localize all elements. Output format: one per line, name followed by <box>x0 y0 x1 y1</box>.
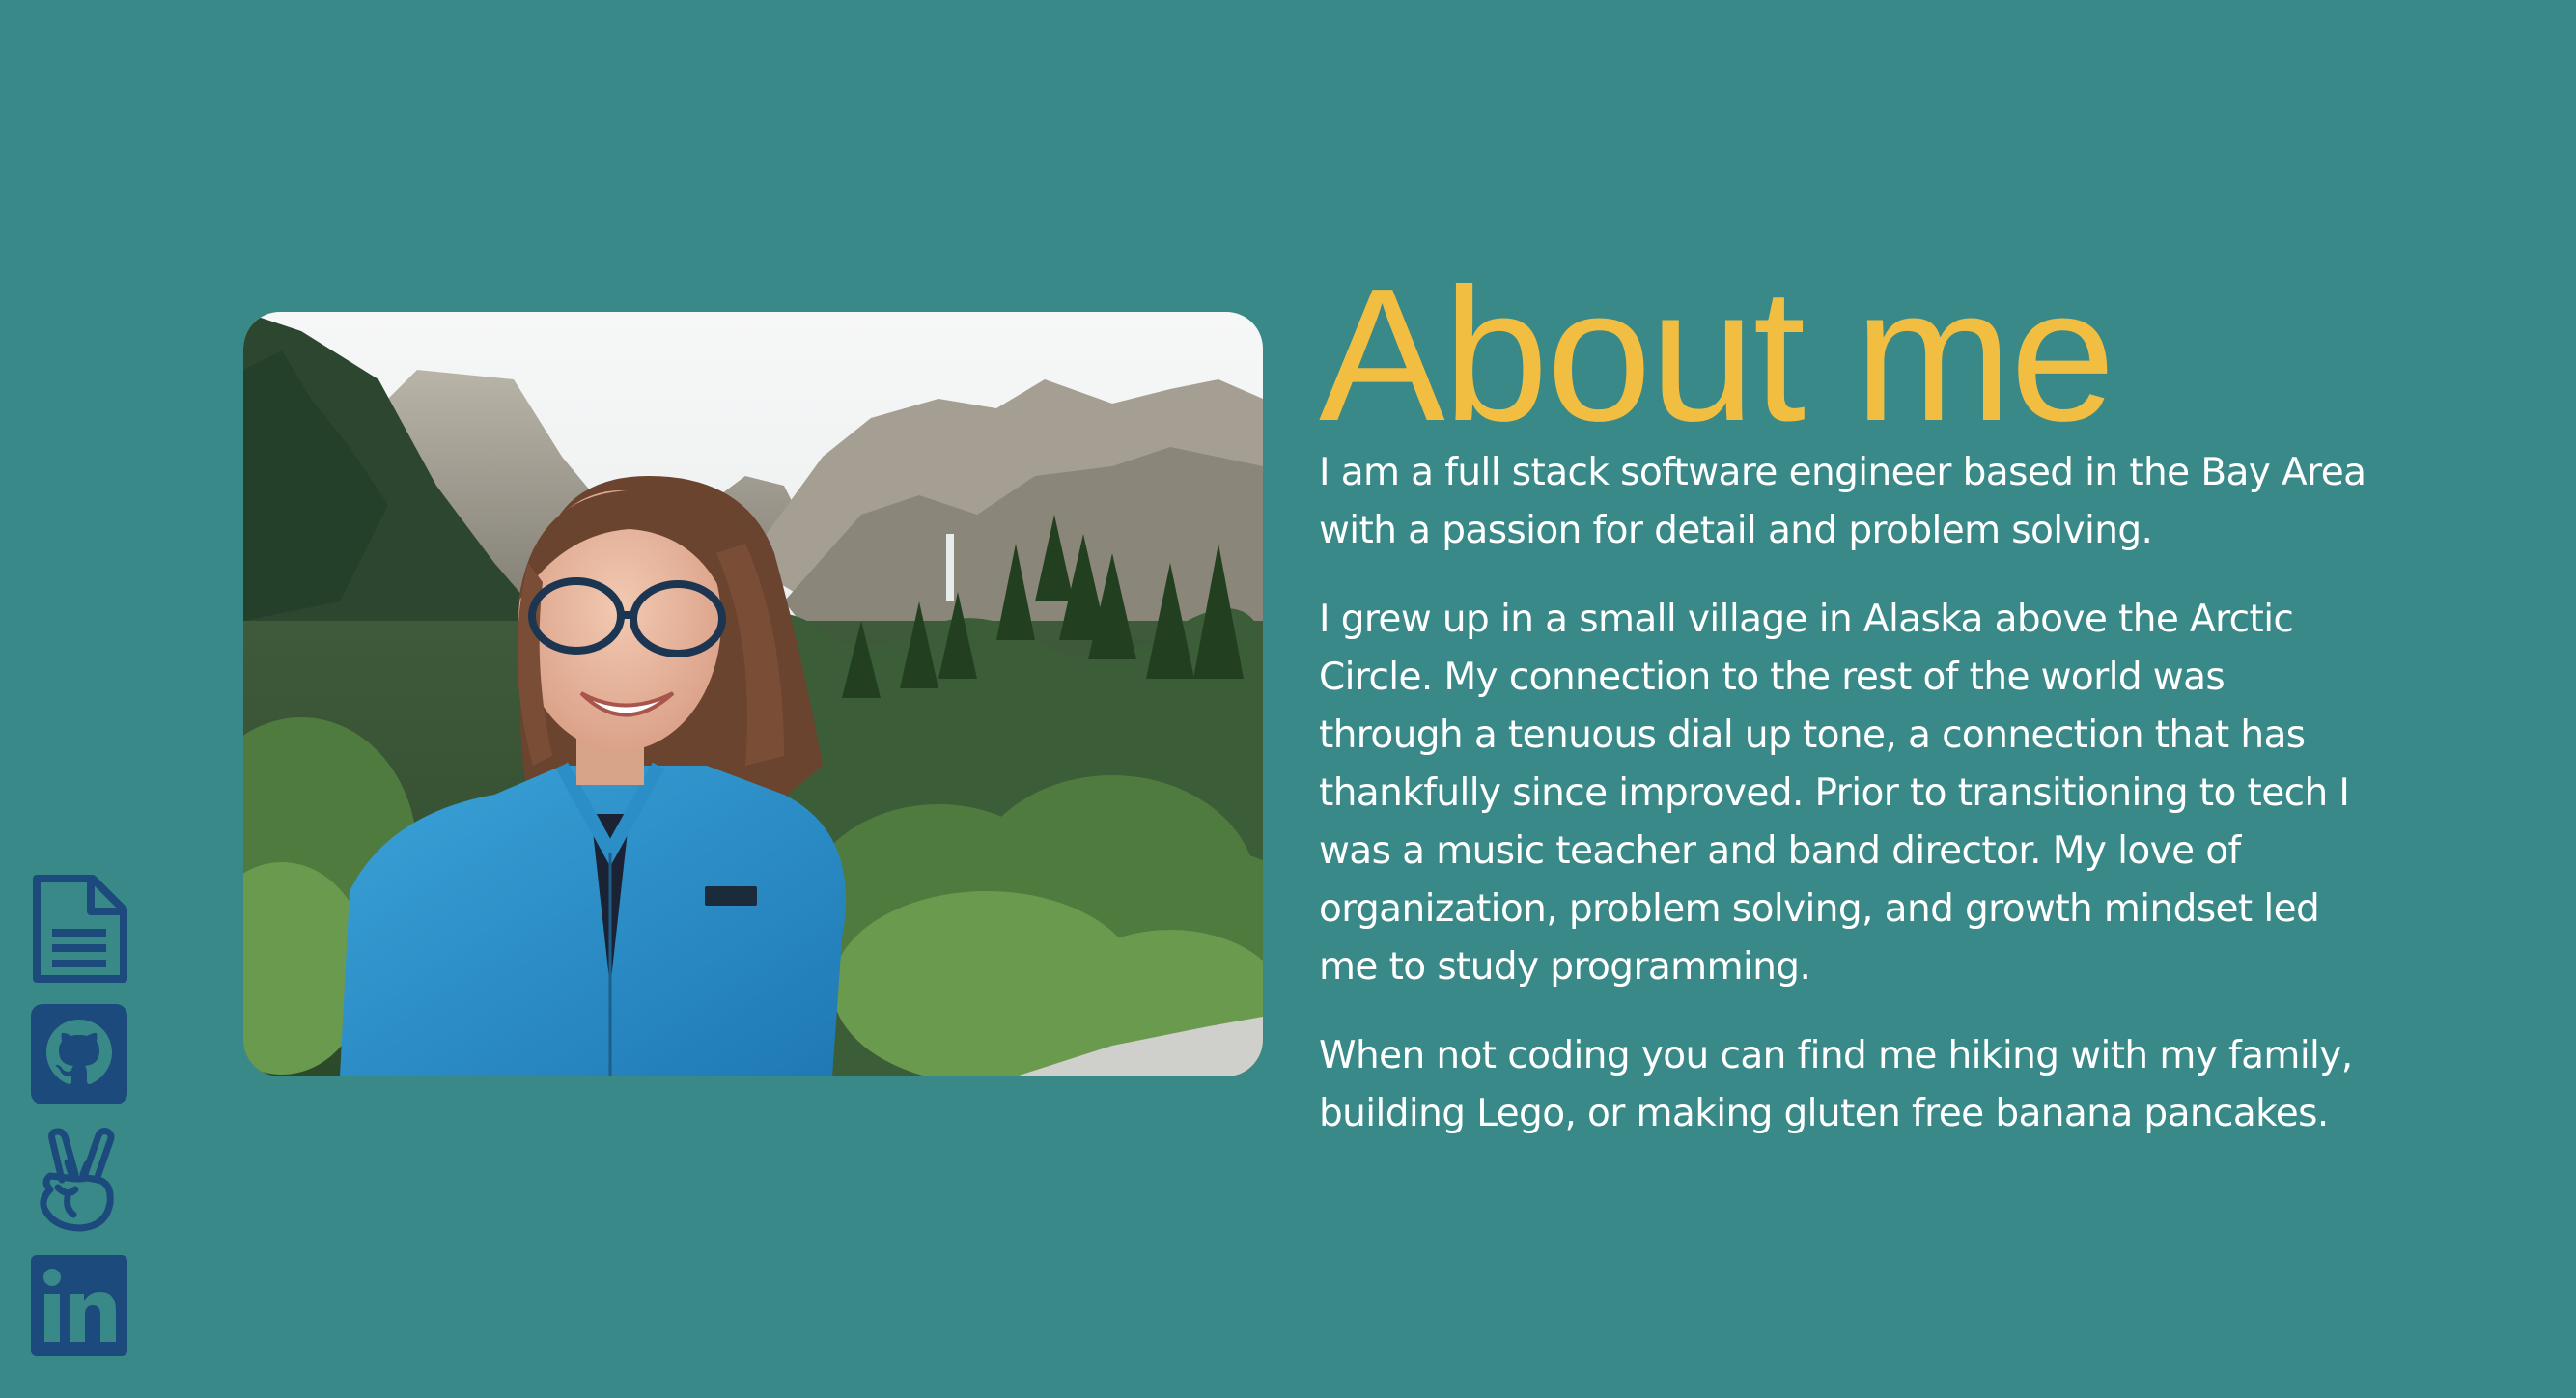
profile-photo <box>243 312 1263 1076</box>
angellist-icon <box>40 1128 115 1232</box>
resume-document-icon <box>33 875 127 983</box>
linkedin-icon <box>31 1255 127 1356</box>
about-title: About me <box>1319 249 2115 461</box>
about-paragraph-hobbies: When not coding you can find me hiking w… <box>1319 1034 2353 1135</box>
github-link[interactable] <box>29 1000 129 1108</box>
github-icon <box>31 1004 127 1104</box>
profile-photo-image <box>243 312 1263 1076</box>
social-links <box>29 875 129 1377</box>
resume-link[interactable] <box>29 875 129 983</box>
about-section: About me I am a full stack software engi… <box>1319 261 2371 1174</box>
linkedin-link[interactable] <box>29 1251 129 1359</box>
angellist-link[interactable] <box>29 1126 129 1234</box>
about-paragraph-intro: I am a full stack software engineer base… <box>1319 451 2366 552</box>
about-paragraph-background: I grew up in a small village in Alaska a… <box>1319 598 2350 989</box>
